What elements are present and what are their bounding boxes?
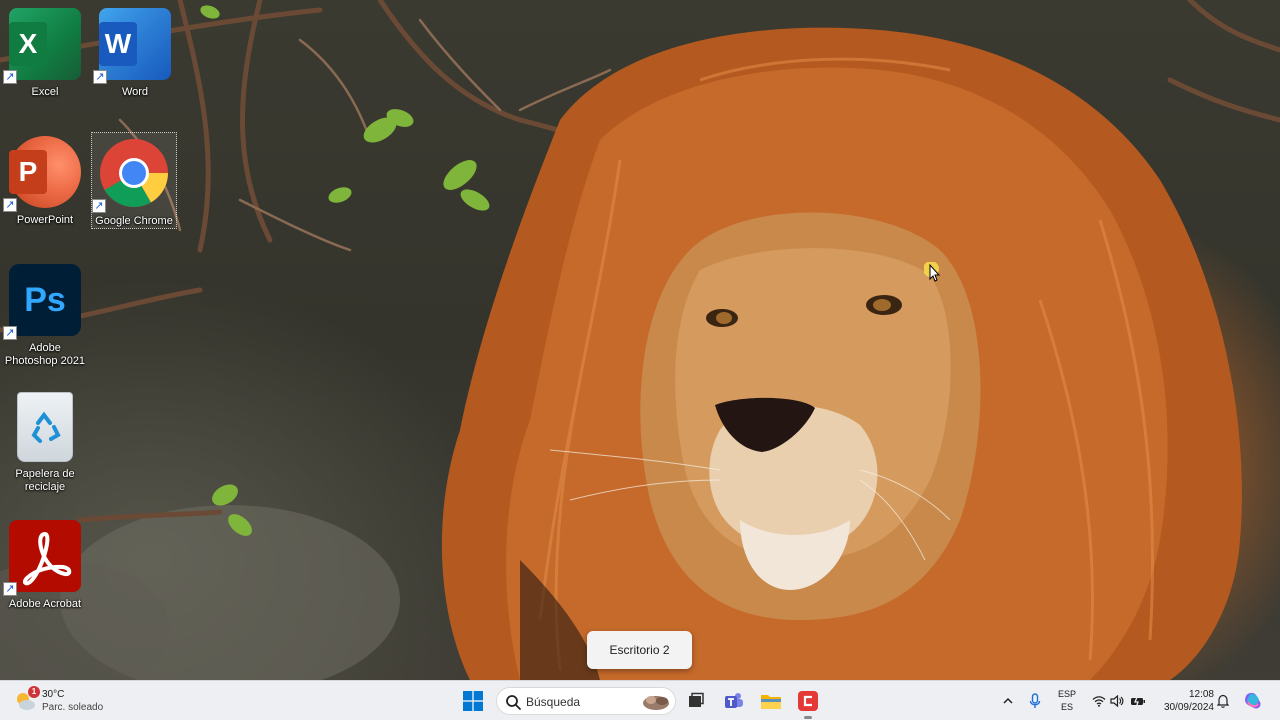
task-view-button[interactable] xyxy=(682,687,710,715)
desktop-icon-acrobat[interactable]: ↗ Adobe Acrobat xyxy=(2,516,88,636)
taskbar-clock[interactable]: 12:08 30/09/2024 xyxy=(1154,688,1214,714)
desktop-wallpaper xyxy=(0,0,1280,680)
desktop-icon-label: Word xyxy=(121,86,149,98)
desktop-tooltip: Escritorio 2 xyxy=(587,631,692,669)
battery-charging-icon xyxy=(1131,695,1145,707)
excel-icon: X ↗ xyxy=(3,8,81,84)
recycle-bin-icon xyxy=(17,392,73,462)
taskbar-teams-button[interactable] xyxy=(720,687,748,715)
taskbar: 1 30°C Parc. soleado Búsqueda ESP ES 12:… xyxy=(0,680,1280,720)
keyboard-layout-code: ES xyxy=(1060,702,1073,712)
screen-recorder-icon xyxy=(798,691,818,711)
copilot-icon xyxy=(1245,692,1261,709)
chrome-icon: ↗ xyxy=(92,137,170,213)
excel-letter: X xyxy=(9,22,47,66)
powerpoint-icon: P ↗ xyxy=(3,136,81,212)
wifi-icon xyxy=(1092,696,1106,707)
shortcut-arrow-icon: ↗ xyxy=(93,70,107,84)
mouse-cursor-icon xyxy=(924,262,941,282)
desktop-icon-recycle-bin[interactable]: Papelera de reciclaje xyxy=(2,388,88,508)
photoshop-letters: Ps xyxy=(24,280,66,319)
desktop-icon-excel[interactable]: X ↗ Excel xyxy=(2,4,88,124)
desktop-icon-label: PowerPoint xyxy=(16,214,74,226)
notifications-button[interactable] xyxy=(1214,681,1232,720)
search-highlight-image-icon xyxy=(643,696,669,710)
word-letter: W xyxy=(99,22,137,66)
weather-temperature: 30°C xyxy=(42,689,65,700)
taskbar-recorder-button[interactable] xyxy=(794,687,822,719)
volume-button[interactable] xyxy=(1108,681,1126,720)
taskbar-file-explorer-button[interactable] xyxy=(757,687,785,715)
bell-icon xyxy=(1217,694,1229,708)
folder-icon xyxy=(761,695,781,709)
desktop-icon-chrome[interactable]: ↗ Google Chrome xyxy=(91,132,177,229)
taskbar-search-box[interactable]: Búsqueda xyxy=(496,687,676,715)
word-icon: W ↗ xyxy=(93,8,171,84)
clock-time: 12:08 xyxy=(1188,689,1214,700)
acrobat-icon: ↗ xyxy=(3,520,81,596)
search-icon xyxy=(506,695,521,710)
shortcut-arrow-icon: ↗ xyxy=(3,326,17,340)
desktop-icon-powerpoint[interactable]: P ↗ PowerPoint xyxy=(2,132,88,252)
show-hidden-icons-button[interactable] xyxy=(999,681,1017,720)
desktop-icon-label: Google Chrome xyxy=(95,215,173,227)
desktop-icon-label: Adobe Acrobat xyxy=(8,598,82,610)
weather-description: Parc. soleado xyxy=(42,702,104,713)
running-indicator xyxy=(804,716,812,719)
microphone-button[interactable] xyxy=(1026,681,1044,720)
wallpaper-art xyxy=(0,0,1280,680)
input-language-indicator[interactable]: ESP ES xyxy=(1056,688,1078,714)
weather-widget[interactable]: 1 30°C Parc. soleado xyxy=(14,686,134,716)
shortcut-arrow-icon: ↗ xyxy=(3,198,17,212)
microphone-icon xyxy=(1029,693,1041,708)
network-button[interactable] xyxy=(1090,681,1108,720)
chevron-up-icon xyxy=(1003,697,1013,704)
copilot-button[interactable] xyxy=(1240,681,1266,720)
battery-button[interactable] xyxy=(1128,681,1148,720)
weather-notification-badge: 1 xyxy=(28,686,40,698)
start-button[interactable] xyxy=(459,687,487,715)
search-placeholder: Búsqueda xyxy=(526,695,581,709)
photoshop-icon: Ps ↗ xyxy=(3,264,81,340)
clock-date: 30/09/2024 xyxy=(1163,702,1214,713)
desktop-icon-label: Excel xyxy=(31,86,59,98)
desktop-icon-label: Papelera de reciclaje xyxy=(15,468,75,493)
shortcut-arrow-icon: ↗ xyxy=(92,199,106,213)
desktop-icon-label: Adobe Photoshop 2021 xyxy=(4,342,86,367)
task-view-icon xyxy=(689,692,704,707)
language-code: ESP xyxy=(1057,689,1076,699)
windows-logo-icon xyxy=(463,691,483,711)
desktop-icon-photoshop[interactable]: Ps ↗ Adobe Photoshop 2021 xyxy=(2,260,88,380)
shortcut-arrow-icon: ↗ xyxy=(3,582,17,596)
teams-icon xyxy=(725,693,743,708)
volume-icon xyxy=(1110,695,1124,707)
shortcut-arrow-icon: ↗ xyxy=(3,70,17,84)
powerpoint-letter: P xyxy=(9,150,47,194)
desktop-icon-word[interactable]: W ↗ Word xyxy=(92,4,178,124)
